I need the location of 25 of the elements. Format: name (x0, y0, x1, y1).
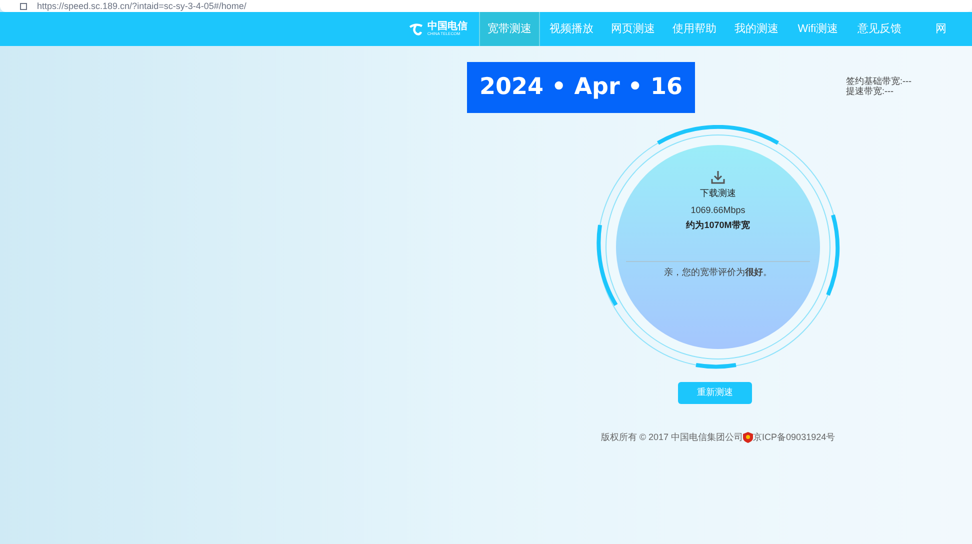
icp-number[interactable]: 京ICP备09031924号 (753, 431, 836, 444)
nav-tab[interactable]: Wifi测速 (787, 12, 849, 46)
nav-tab[interactable]: 宽带测速 (478, 12, 540, 46)
bandwidth-estimate: 约为1070M带宽 (686, 219, 750, 232)
rating-text: 亲，您的宽带评价为很好。 (664, 266, 772, 278)
date-stamp: 2024 • Apr • 16 (467, 62, 695, 113)
nav-tab[interactable]: 网页测速 (602, 12, 664, 46)
nav-tab[interactable]: 网 (910, 12, 972, 46)
url-text: https://speed.sc.189.cn/?intaid=sc-sy-3-4-05#/home/ (37, 0, 246, 12)
nav-tab[interactable]: 我的测速 (725, 12, 788, 46)
nav-tab[interactable]: 使用帮助 (664, 12, 726, 46)
download-icon (711, 171, 725, 184)
test-title: 下载测速 (700, 187, 736, 200)
page-icon (20, 2, 27, 10)
retest-button[interactable]: 重新测速 (678, 382, 752, 404)
bandwidth-label: 签约基础带宽:--- (846, 76, 912, 86)
police-badge-icon (743, 432, 754, 444)
address-bar[interactable]: https://speed.sc.189.cn/?intaid=sc-sy-3-4-05#/home/ (0, 0, 972, 12)
logo-text: 中国电信 (427, 22, 468, 32)
nav-tab[interactable]: 视频播放 (540, 12, 602, 46)
copyright-text: 版权所有 © 2017 中国电信集团公司 (600, 431, 744, 444)
bandwidth-label: 提速带宽:--- (846, 86, 894, 96)
nav-tab[interactable]: 意见反馈 (848, 12, 910, 46)
telecom-swirl-icon (408, 22, 424, 36)
speed-value: 1069.66Mbps (690, 204, 746, 217)
